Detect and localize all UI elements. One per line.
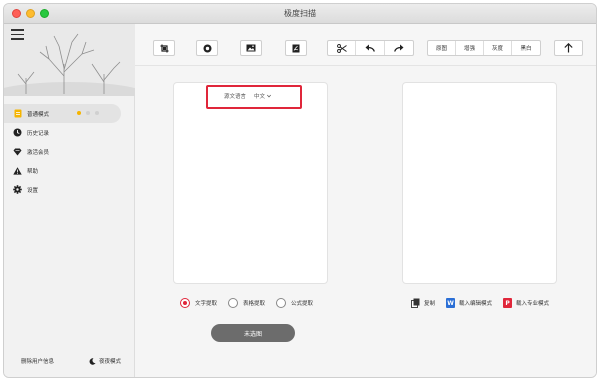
sidebar-item-label: 普通模式 xyxy=(27,111,50,118)
night-mode-label: 夜夜模式 xyxy=(99,359,122,365)
arrow-up-icon xyxy=(564,43,573,53)
sidebar-nav: 普通模式 历史记录 激活会员 帮助 设置 xyxy=(4,104,135,199)
pdf-icon xyxy=(292,44,300,52)
sidebar-item-label: 帮助 xyxy=(27,168,39,175)
clear-user-info-link[interactable]: 删除用户信息 xyxy=(21,357,54,365)
moon-icon xyxy=(89,357,96,365)
diamond-icon xyxy=(13,147,22,156)
undo-icon xyxy=(365,44,375,52)
camera-icon xyxy=(203,44,211,52)
sidebar-item-label: 历史记录 xyxy=(27,130,50,137)
crop-button[interactable] xyxy=(153,40,175,56)
copy-button[interactable]: 复制 xyxy=(411,298,435,308)
gear-icon xyxy=(13,185,22,194)
filter-bw-button[interactable]: 黑白 xyxy=(512,41,540,55)
sidebar-item-label: 设置 xyxy=(27,187,39,194)
recognize-mode-group: 文字提取 表格提取 公式提取 xyxy=(180,298,324,308)
source-language-label: 源文语言 xyxy=(224,94,247,100)
crop-icon xyxy=(160,44,168,52)
sidebar-item-label: 激活会员 xyxy=(27,149,50,156)
edit-button-group xyxy=(327,40,414,56)
chevron-down-icon xyxy=(267,94,271,98)
hamburger-menu-icon[interactable] xyxy=(11,29,24,40)
sidebar-footer: 删除用户信息 夜夜模式 xyxy=(4,357,134,367)
mode-indicator-dots xyxy=(77,111,99,115)
sidebar-item-membership[interactable]: 激活会员 xyxy=(4,142,135,161)
redo-button[interactable] xyxy=(385,41,413,55)
document-icon xyxy=(13,109,22,118)
filter-grayscale-button[interactable]: 灰度 xyxy=(484,41,512,55)
load-edit-mode-label: 载入编辑模式 xyxy=(459,301,493,307)
radio-indicator xyxy=(228,298,239,308)
camera-button[interactable] xyxy=(196,40,218,56)
sidebar-item-help[interactable]: 帮助 xyxy=(4,161,135,180)
source-language-row: 源文语言 中文 xyxy=(224,92,271,100)
result-text-panel[interactable] xyxy=(402,82,557,284)
mode-table-radio[interactable]: 表格提取 xyxy=(228,298,265,308)
mode-label: 文字提取 xyxy=(195,301,218,307)
warning-icon xyxy=(13,166,22,175)
source-language-value: 中文 xyxy=(254,94,266,100)
sidebar-item-settings[interactable]: 设置 xyxy=(4,180,135,199)
clock-icon xyxy=(13,128,22,137)
app-window: 极度扫描 普通模式 历史记录 激活会员 帮助 设置 删除用户信息 夜夜模式 原图… xyxy=(3,3,597,378)
toolbar: 原图 增强 灰度 黑白 xyxy=(135,24,596,66)
copy-label: 复制 xyxy=(424,301,436,307)
copy-icon xyxy=(411,298,420,308)
pdf-button[interactable] xyxy=(285,40,307,56)
sidebar-item-history[interactable]: 历史记录 xyxy=(4,123,135,142)
upload-button[interactable] xyxy=(554,40,583,56)
mode-text-radio[interactable]: 文字提取 xyxy=(180,298,217,308)
scissors-button[interactable] xyxy=(328,41,357,55)
filter-enhance-button[interactable]: 增强 xyxy=(456,41,484,55)
scissors-icon xyxy=(336,43,347,53)
radio-checked-indicator xyxy=(180,298,190,308)
title-bar: 极度扫描 xyxy=(4,4,596,24)
image-icon xyxy=(246,44,256,52)
load-edit-mode-button[interactable]: W 载入编辑模式 xyxy=(446,298,492,308)
sidebar-item-normal-mode[interactable]: 普通模式 xyxy=(4,104,121,123)
night-mode-toggle[interactable]: 夜夜模式 xyxy=(89,357,121,365)
mode-label: 公式提取 xyxy=(291,301,314,307)
filter-original-button[interactable]: 原图 xyxy=(428,41,456,55)
result-actions: 复制 W 载入编辑模式 P 载入专业模式 xyxy=(411,298,560,308)
mode-label: 表格提取 xyxy=(243,301,266,307)
pdf-red-icon: P xyxy=(503,298,513,308)
winter-tree-banner xyxy=(4,24,135,96)
window-title: 极度扫描 xyxy=(284,9,316,18)
source-image-panel[interactable] xyxy=(173,82,328,284)
redo-icon xyxy=(393,44,404,52)
source-language-select[interactable]: 中文 xyxy=(254,92,271,100)
no-image-selected-button[interactable]: 未选图 xyxy=(211,324,295,342)
load-pro-mode-button[interactable]: P 载入专业模式 xyxy=(503,298,549,308)
word-icon: W xyxy=(446,298,456,308)
main-content xyxy=(135,66,596,377)
sidebar: 普通模式 历史记录 激活会员 帮助 设置 删除用户信息 夜夜模式 xyxy=(4,24,135,377)
radio-indicator xyxy=(276,298,287,308)
filter-button-group: 原图 增强 灰度 黑白 xyxy=(427,40,541,56)
mode-formula-radio[interactable]: 公式提取 xyxy=(276,298,313,308)
undo-button[interactable] xyxy=(356,41,385,55)
image-button[interactable] xyxy=(240,40,262,56)
load-pro-mode-label: 载入专业模式 xyxy=(516,301,550,307)
